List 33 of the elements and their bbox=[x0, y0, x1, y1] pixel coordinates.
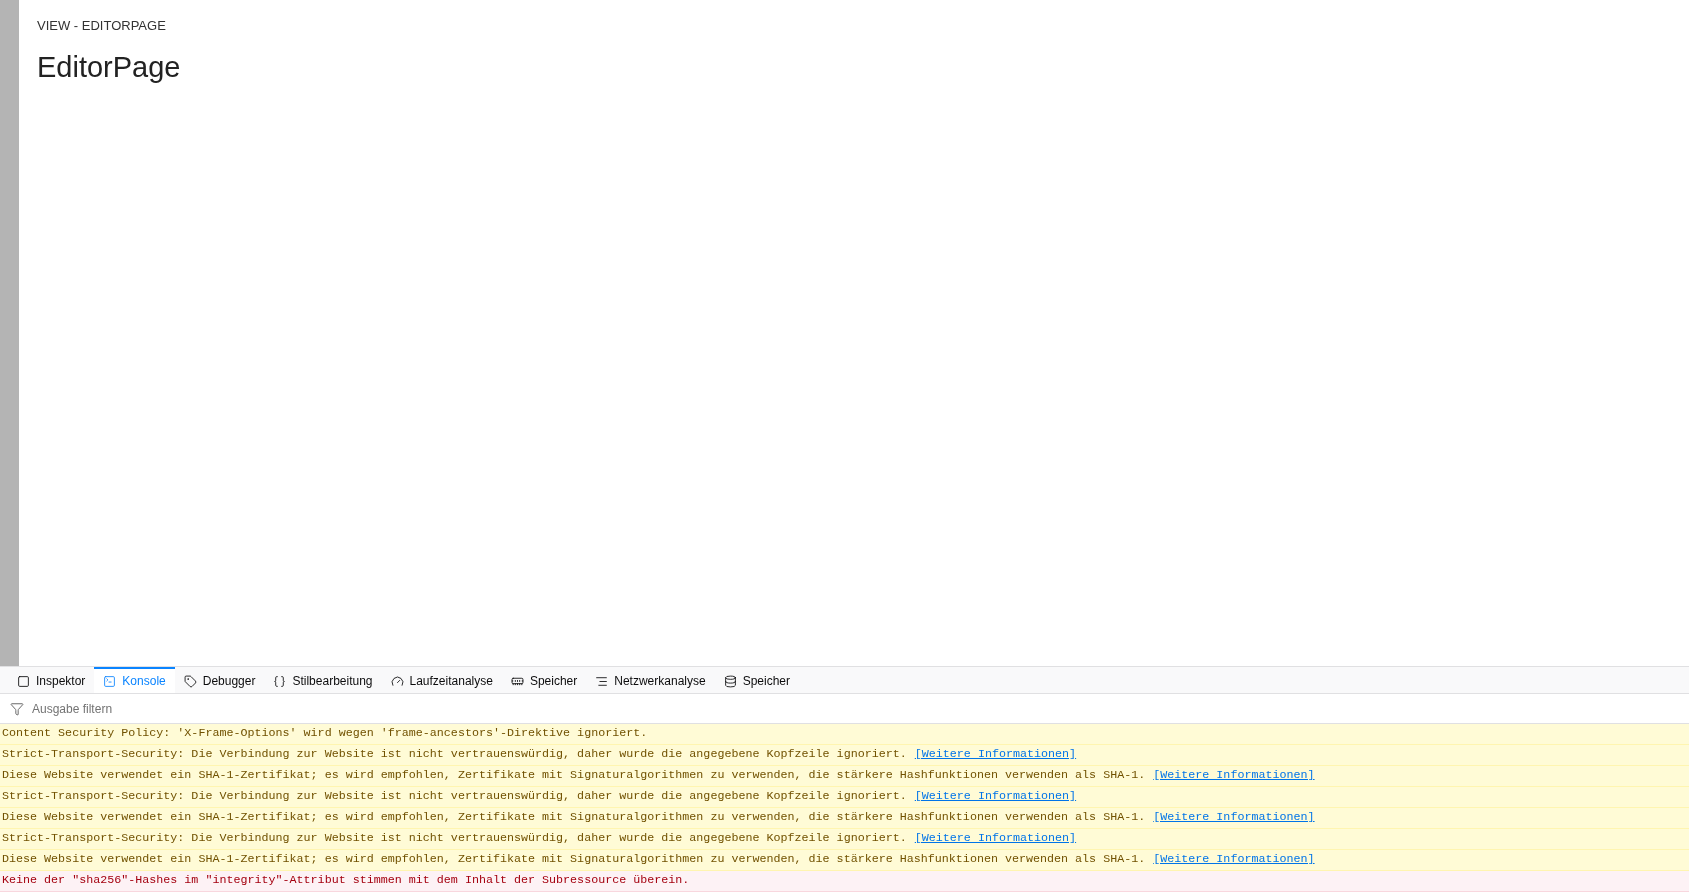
message-text: Keine der "sha256"-Hashes im "integrity"-Attribut stimmen mit dem Inhalt der Subressource überein. bbox=[2, 872, 690, 890]
devtools-tab[interactable]: Stilbearbeitung bbox=[264, 667, 382, 693]
filter-icon bbox=[10, 701, 24, 716]
devtools-tab[interactable]: Speicher bbox=[501, 667, 587, 693]
terminal-icon bbox=[103, 674, 117, 688]
square-icon bbox=[17, 674, 30, 688]
page-title: EditorPage bbox=[37, 49, 181, 85]
lines-icon bbox=[595, 674, 609, 688]
filter-field[interactable]: Ausgabe filtern bbox=[32, 699, 1679, 718]
more-info-link[interactable]: [Weitere Informationen] bbox=[914, 788, 1077, 806]
breadcrumb: VIEW - EDITORPAGE bbox=[37, 17, 166, 35]
message-text: Strict-Transport-Security: Die Verbindung zur Website ist nicht vertrauenswürdig, daher wurde die angegebene Kopfzeile ignoriert. bbox=[2, 788, 907, 806]
tag-icon bbox=[183, 674, 197, 688]
devtools-tab[interactable]: Netzwerkanalyse bbox=[586, 667, 715, 693]
more-info-link[interactable]: [Weitere Informationen] bbox=[1153, 767, 1315, 785]
message-text: Strict-Transport-Security: Die Verbindung zur Website ist nicht vertrauenswürdig, daher wurde die angegebene Kopfzeile ignoriert. bbox=[2, 746, 907, 764]
message-text: Diese Website verwendet ein SHA-1-Zertifikat; es wird empfohlen, Zertifikate mit Signaturalgorithmen zu verwenden, die stärkere Hashfunktionen verwenden als SHA-1. bbox=[2, 809, 1146, 827]
more-info-link[interactable]: [Weitere Informationen] bbox=[914, 830, 1077, 848]
more-info-link[interactable]: [Weitere Informationen] bbox=[914, 746, 1077, 764]
devtools-tab[interactable]: Konsole bbox=[94, 667, 175, 693]
more-info-link[interactable]: [Weitere Informationen] bbox=[1153, 809, 1315, 827]
more-info-link[interactable]: [Weitere Informationen] bbox=[1153, 851, 1315, 869]
devtools-tab[interactable]: Laufzeitanalyse bbox=[381, 667, 502, 693]
message-text: Content Security Policy: 'X-Frame-Options' wird wegen 'frame-ancestors'-Direktive ignoriert. bbox=[2, 725, 648, 743]
message-text: Diese Website verwendet ein SHA-1-Zertifikat; es wird empfohlen, Zertifikate mit Signaturalgorithmen zu verwenden, die stärkere Hashfunktionen verwenden als SHA-1. bbox=[2, 851, 1146, 869]
devtools-tab[interactable]: Speicher bbox=[714, 667, 800, 693]
gauge-icon bbox=[390, 674, 404, 688]
braces-icon bbox=[273, 674, 287, 688]
devtools-tab[interactable]: Inspektor bbox=[8, 667, 95, 693]
message-text: Strict-Transport-Security: Die Verbindung zur Website ist nicht vertrauenswürdig, daher wurde die angegebene Kopfzeile ignoriert. bbox=[2, 830, 907, 848]
message-text: Diese Website verwendet ein SHA-1-Zertifikat; es wird empfohlen, Zertifikate mit Signaturalgorithmen zu verwenden, die stärkere Hashfunktionen verwenden als SHA-1. bbox=[2, 767, 1146, 785]
devtools-tab[interactable]: Debugger bbox=[174, 667, 265, 693]
database-icon bbox=[723, 674, 737, 688]
